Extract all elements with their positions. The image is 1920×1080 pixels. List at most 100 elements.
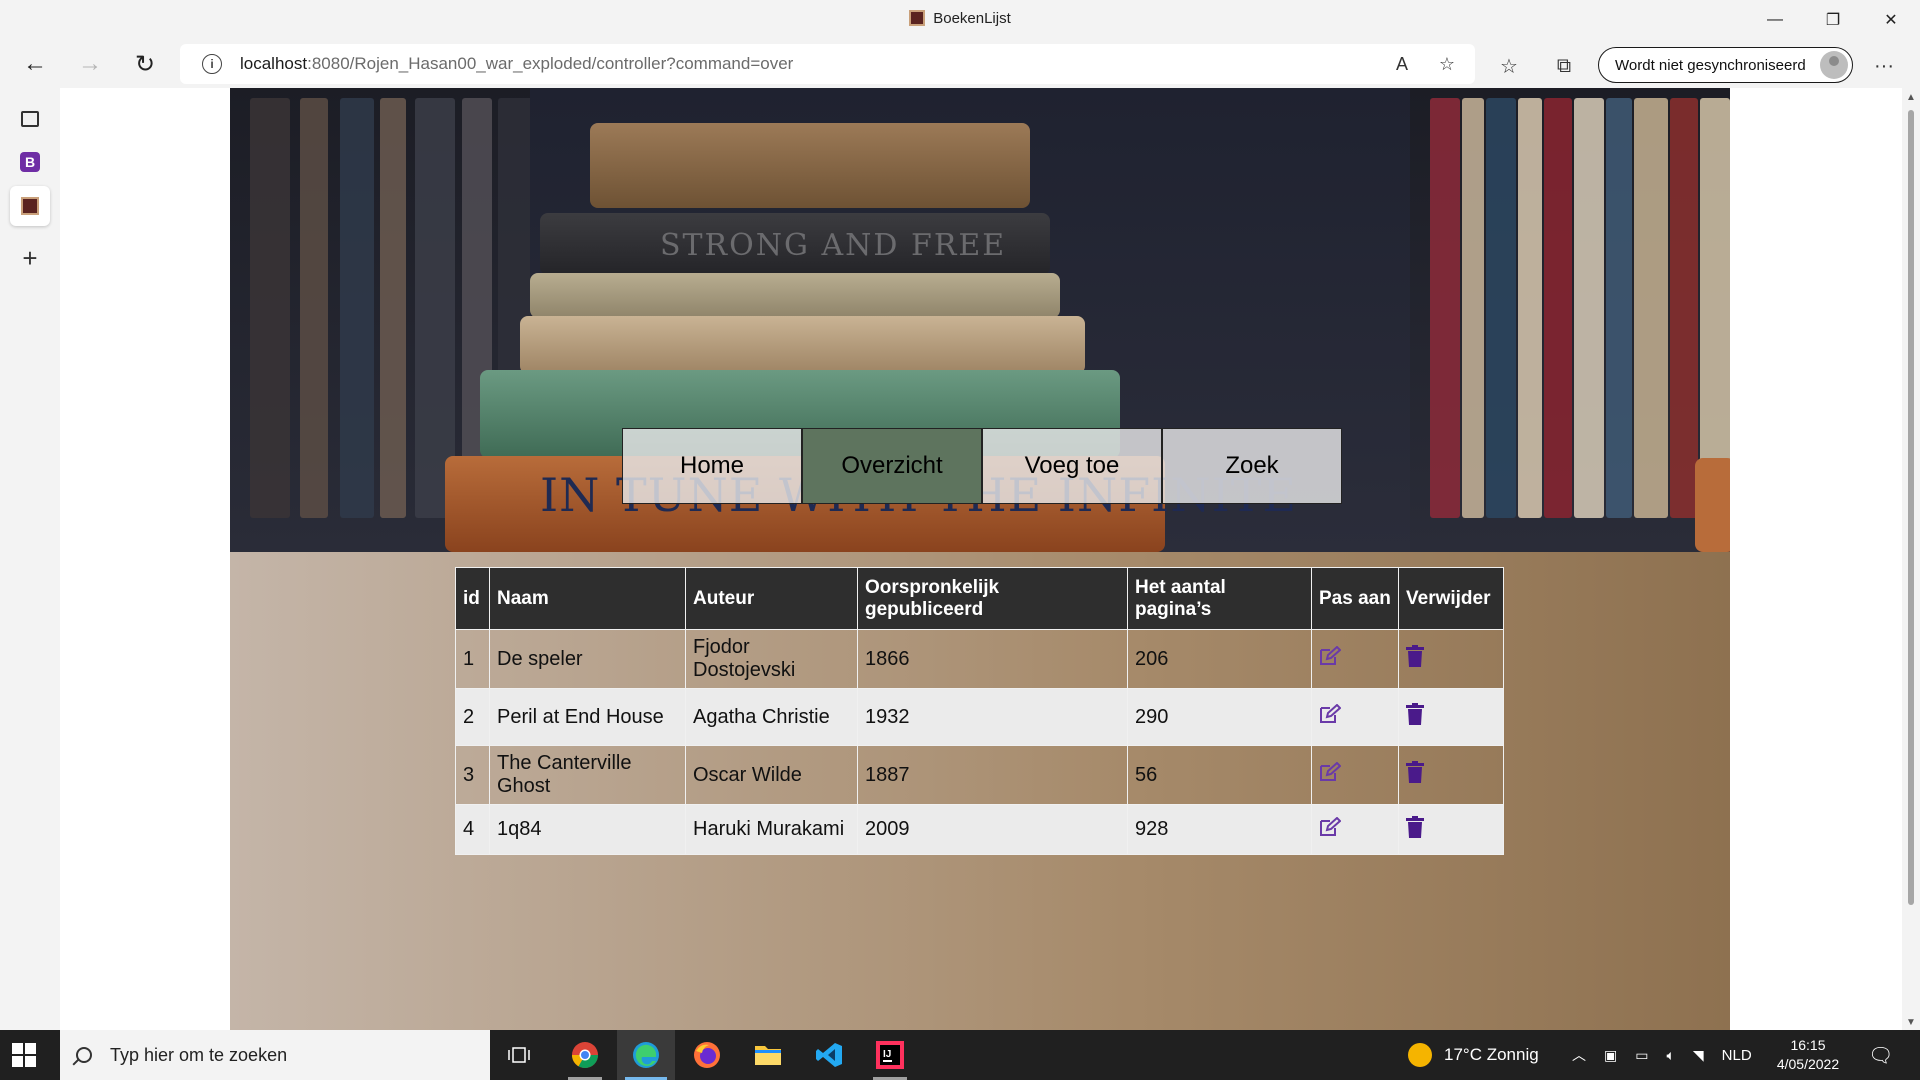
meet-now-icon[interactable]: ▣ xyxy=(1604,1047,1617,1064)
cell-delete xyxy=(1398,745,1504,805)
scroll-up-icon[interactable]: ▲ xyxy=(1906,92,1916,103)
page-viewport: STRONG AND FREE IN TUNE WITH THE INFINIT… xyxy=(60,88,1902,1030)
url-host: localhost xyxy=(240,54,308,73)
scrollbar-thumb[interactable] xyxy=(1908,110,1914,905)
profile-sync-button[interactable]: Wordt niet gesynchroniseerd xyxy=(1598,47,1853,83)
cell-id: 2 xyxy=(455,688,490,746)
edit-icon[interactable] xyxy=(1319,762,1341,782)
nav-home[interactable]: Home xyxy=(622,428,802,504)
intellij-app-icon[interactable]: IJ xyxy=(861,1030,919,1080)
trash-icon[interactable] xyxy=(1406,761,1424,783)
cell-naam: The Canterville Ghost xyxy=(489,745,686,805)
nav-overzicht[interactable]: Overzicht xyxy=(802,428,982,504)
table-header-row: id Naam Auteur Oorspronkelijk gepublicee… xyxy=(455,567,1504,630)
battery-icon[interactable]: ▭ xyxy=(1635,1047,1648,1064)
url-path: :8080/Rojen_Hasan00_war_exploded/control… xyxy=(307,54,794,73)
header-pas-aan: Pas aan xyxy=(1311,567,1399,630)
collections-icon[interactable]: ⧉ xyxy=(1550,52,1578,80)
windows-start-button[interactable] xyxy=(12,1043,36,1067)
cell-edit xyxy=(1311,745,1399,805)
taskbar-clock[interactable]: 16:15 4/05/2022 xyxy=(1748,1036,1868,1074)
page-scrollbar[interactable]: ▲ ▼ xyxy=(1902,88,1920,1030)
cell-auteur: Fjodor Dostojevski xyxy=(685,629,858,689)
cell-edit xyxy=(1311,629,1399,689)
edit-icon[interactable] xyxy=(1319,704,1341,724)
book-spine-title-1: STRONG AND FREE xyxy=(660,228,1007,263)
cell-paginas: 206 xyxy=(1127,629,1312,689)
firefox-app-icon[interactable] xyxy=(678,1030,736,1080)
windows-taskbar: Typ hier om te zoeken IJ 17°C Zonnig ︿ ▣… xyxy=(0,1030,1920,1080)
taskbar-search[interactable]: Typ hier om te zoeken xyxy=(60,1030,490,1080)
file-explorer-app-icon[interactable] xyxy=(739,1030,797,1080)
cell-edit xyxy=(1311,688,1399,746)
task-view-button[interactable] xyxy=(490,1030,548,1080)
edit-icon[interactable] xyxy=(1319,816,1341,837)
refresh-button[interactable]: ↻ xyxy=(125,46,165,82)
network-icon[interactable]: ◥ xyxy=(1693,1047,1704,1064)
cell-paginas: 928 xyxy=(1127,804,1312,855)
header-paginas: Het aantal pagina’s xyxy=(1127,567,1312,630)
tab-actions-button[interactable] xyxy=(10,99,50,139)
notifications-icon[interactable]: 🗨︎ xyxy=(1868,1030,1893,1080)
browser-title-bar: BoekenLijst — ❐ ✕ xyxy=(0,0,1920,40)
volume-icon[interactable]: 🔈︎ xyxy=(1666,1047,1674,1064)
cell-gepubliceerd: 2009 xyxy=(857,804,1128,855)
edge-app-icon[interactable] xyxy=(617,1030,675,1080)
main-nav: Home Overzicht Voeg toe Zoek xyxy=(622,428,1342,504)
new-tab-button[interactable]: + xyxy=(10,238,50,278)
url-text[interactable]: localhost:8080/Rojen_Hasan00_war_explode… xyxy=(240,54,793,74)
cell-id: 3 xyxy=(455,745,490,805)
add-favorite-icon[interactable]: ☆ xyxy=(1435,52,1459,76)
weather-widget[interactable]: 17°C Zonnig xyxy=(1408,1030,1539,1080)
tab-panel-icon xyxy=(21,111,39,127)
cell-delete xyxy=(1398,804,1504,855)
cell-auteur: Haruki Murakami xyxy=(685,804,858,855)
svg-text:IJ: IJ xyxy=(883,1049,891,1060)
favorites-icon[interactable]: ☆ xyxy=(1495,52,1523,80)
tab-boekenlijst[interactable] xyxy=(10,186,50,226)
chrome-app-icon[interactable] xyxy=(556,1030,614,1080)
scroll-down-icon[interactable]: ▼ xyxy=(1906,1017,1916,1028)
header-gepubliceerd: Oorspronkelijk gepubliceerd xyxy=(857,567,1128,630)
header-verwijder: Verwijder xyxy=(1398,567,1504,630)
cell-naam: Peril at End House xyxy=(489,688,686,746)
address-bar[interactable]: i localhost:8080/Rojen_Hasan00_war_explo… xyxy=(180,44,1475,84)
page-container: STRONG AND FREE IN TUNE WITH THE INFINIT… xyxy=(230,88,1730,1030)
cell-paginas: 290 xyxy=(1127,688,1312,746)
weather-text: 17°C Zonnig xyxy=(1444,1045,1539,1064)
nav-voeg-toe[interactable]: Voeg toe xyxy=(982,428,1162,504)
cell-delete xyxy=(1398,688,1504,746)
vscode-app-icon[interactable] xyxy=(800,1030,858,1080)
close-window-button[interactable]: ✕ xyxy=(1862,0,1920,40)
search-icon xyxy=(76,1047,92,1063)
cell-gepubliceerd: 1887 xyxy=(857,745,1128,805)
sync-status-label: Wordt niet gesynchroniseerd xyxy=(1615,56,1806,74)
cell-id: 1 xyxy=(455,629,490,689)
system-tray: ︿ ▣ ▭ 🔈︎ ◥ NLD xyxy=(1572,1030,1752,1080)
edit-icon[interactable] xyxy=(1319,646,1341,666)
forward-button[interactable]: → xyxy=(70,46,110,82)
cell-naam: 1q84 xyxy=(489,804,686,855)
cell-gepubliceerd: 1932 xyxy=(857,688,1128,746)
cell-id: 4 xyxy=(455,804,490,855)
table-row: 1 De speler Fjodor Dostojevski 1866 206 xyxy=(455,629,1504,689)
more-options-icon[interactable]: ··· xyxy=(1870,52,1898,80)
books-table: id Naam Auteur Oorspronkelijk gepublicee… xyxy=(455,567,1504,855)
books-table-container: id Naam Auteur Oorspronkelijk gepublicee… xyxy=(455,567,1504,855)
show-hidden-icons-icon[interactable]: ︿ xyxy=(1572,1045,1586,1065)
tab-b-site[interactable]: B xyxy=(10,142,50,182)
profile-avatar-icon xyxy=(1820,51,1848,79)
nav-zoek[interactable]: Zoek xyxy=(1162,428,1342,504)
restore-button[interactable]: ❐ xyxy=(1804,0,1862,40)
book-favicon-icon xyxy=(909,10,926,26)
back-button[interactable]: ← xyxy=(15,46,55,82)
minimize-button[interactable]: — xyxy=(1746,0,1804,40)
read-aloud-icon[interactable]: A xyxy=(1390,52,1414,76)
trash-icon[interactable] xyxy=(1406,703,1424,725)
trash-icon[interactable] xyxy=(1406,815,1424,838)
trash-icon[interactable] xyxy=(1406,645,1424,667)
site-info-icon[interactable]: i xyxy=(202,54,222,74)
sun-icon xyxy=(1408,1043,1432,1067)
b-site-icon: B xyxy=(20,152,40,172)
book-favicon-icon xyxy=(21,197,39,215)
